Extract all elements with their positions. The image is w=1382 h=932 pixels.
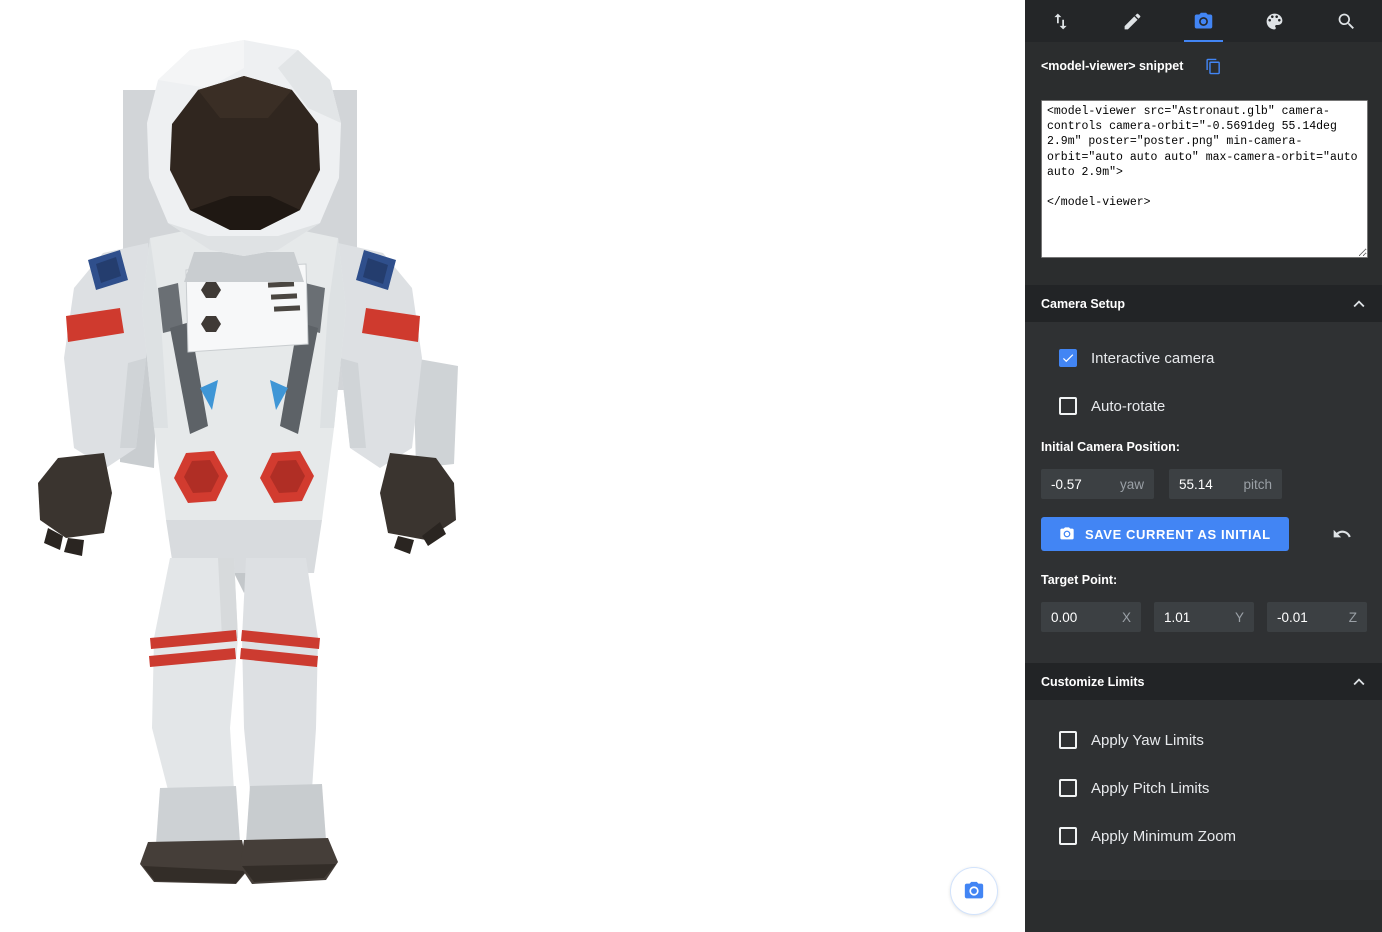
camera-setup-body: Interactive camera Auto-rotate Initial C… [1025, 322, 1382, 663]
interactive-camera-checkbox[interactable] [1059, 349, 1077, 367]
target-z-suffix: Z [1349, 610, 1357, 625]
screenshot-camera-button[interactable] [950, 867, 998, 915]
target-y-input[interactable] [1164, 610, 1227, 625]
target-point-label: Target Point: [1041, 573, 1366, 588]
pitch-field[interactable]: pitch [1169, 469, 1282, 499]
customize-limits-body: Apply Yaw Limits Apply Pitch Limits Appl… [1025, 700, 1382, 880]
apply-pitch-limits-label: Apply Pitch Limits [1091, 780, 1209, 797]
tab-inspector[interactable] [1311, 0, 1382, 42]
interactive-camera-row: Interactive camera [1041, 348, 1366, 368]
save-button-label: SAVE CURRENT AS INITIAL [1085, 527, 1271, 542]
search-icon [1336, 11, 1357, 32]
target-y-field[interactable]: Y [1154, 602, 1254, 632]
tab-import-export[interactable] [1025, 0, 1096, 42]
auto-rotate-checkbox[interactable] [1059, 397, 1077, 415]
palette-icon [1264, 11, 1285, 32]
apply-minimum-zoom-checkbox[interactable] [1059, 827, 1077, 845]
tab-edit[interactable] [1096, 0, 1167, 42]
snippet-code-editor[interactable]: <model-viewer src="Astronaut.glb" camera… [1041, 100, 1368, 258]
apply-minimum-zoom-row: Apply Minimum Zoom [1041, 826, 1366, 846]
camera-icon [1059, 526, 1075, 542]
yaw-field[interactable]: yaw [1041, 469, 1154, 499]
undo-icon [1332, 524, 1352, 544]
apply-pitch-limits-checkbox[interactable] [1059, 779, 1077, 797]
yaw-suffix: yaw [1120, 477, 1144, 492]
chevron-up-icon [1348, 671, 1370, 693]
panel-footer [1025, 880, 1382, 932]
copy-snippet-button[interactable] [1205, 58, 1222, 75]
apply-pitch-limits-row: Apply Pitch Limits [1041, 778, 1366, 798]
camera-icon [1193, 11, 1214, 32]
snippet-title: <model-viewer> snippet [1041, 59, 1183, 73]
target-x-field[interactable]: X [1041, 602, 1141, 632]
target-y-suffix: Y [1235, 610, 1244, 625]
model-viewer-editor: <model-viewer> snippet <model-viewer src… [0, 0, 1382, 932]
snippet-section: <model-viewer> snippet <model-viewer src… [1025, 42, 1382, 285]
apply-minimum-zoom-label: Apply Minimum Zoom [1091, 828, 1236, 845]
camera-icon [963, 880, 985, 902]
interactive-camera-label: Interactive camera [1091, 350, 1214, 367]
reset-camera-button[interactable] [1332, 524, 1352, 544]
customize-limits-header[interactable]: Customize Limits [1025, 663, 1382, 700]
pitch-input[interactable] [1179, 477, 1235, 492]
camera-setup-header[interactable]: Camera Setup [1025, 285, 1382, 322]
pitch-suffix: pitch [1243, 477, 1272, 492]
apply-yaw-limits-checkbox[interactable] [1059, 731, 1077, 749]
tab-camera[interactable] [1168, 0, 1239, 42]
apply-yaw-limits-label: Apply Yaw Limits [1091, 732, 1204, 749]
target-z-field[interactable]: Z [1267, 602, 1367, 632]
pencil-icon [1122, 11, 1143, 32]
customize-limits-title: Customize Limits [1041, 675, 1145, 689]
target-x-input[interactable] [1051, 610, 1114, 625]
initial-camera-position-label: Initial Camera Position: [1041, 440, 1366, 455]
auto-rotate-label: Auto-rotate [1091, 398, 1165, 415]
save-current-as-initial-button[interactable]: SAVE CURRENT AS INITIAL [1041, 517, 1289, 551]
auto-rotate-row: Auto-rotate [1041, 396, 1366, 416]
tab-materials[interactable] [1239, 0, 1310, 42]
copy-icon [1205, 58, 1222, 75]
target-z-input[interactable] [1277, 610, 1341, 625]
target-x-suffix: X [1122, 610, 1131, 625]
check-icon [1061, 351, 1075, 365]
editor-panel: <model-viewer> snippet <model-viewer src… [1025, 0, 1382, 932]
chevron-up-icon [1348, 293, 1370, 315]
model-viewport[interactable] [0, 0, 1025, 932]
swap-vertical-icon [1050, 11, 1071, 32]
astronaut-3d-model [8, 28, 478, 898]
yaw-input[interactable] [1051, 477, 1112, 492]
apply-yaw-limits-row: Apply Yaw Limits [1041, 730, 1366, 750]
toolbar [1025, 0, 1382, 42]
camera-setup-title: Camera Setup [1041, 297, 1125, 311]
